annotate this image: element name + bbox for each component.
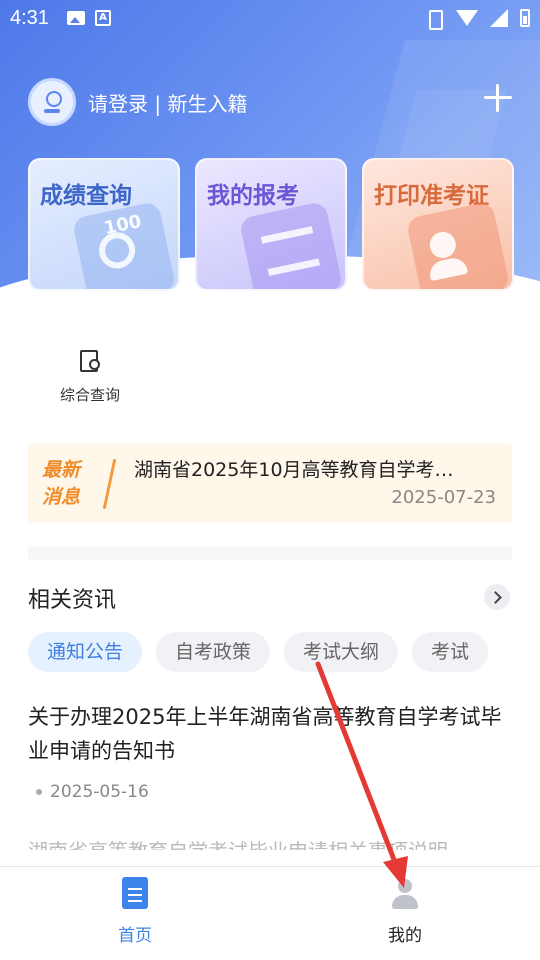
font-icon: A <box>94 10 111 26</box>
score-query-card[interactable]: 成绩查询 100 <box>28 158 180 291</box>
person-body-shape <box>427 255 469 282</box>
search-doc-icon <box>80 350 100 372</box>
admission-card-icon <box>405 200 511 289</box>
feature-cards: 成绩查询 100 我的报考 打印准考证 <box>28 158 514 291</box>
print-admission-card[interactable]: 打印准考证 <box>362 158 514 291</box>
chevron-right-icon[interactable] <box>484 584 510 610</box>
list-lines-shape <box>260 226 320 277</box>
wifi-icon <box>456 10 478 26</box>
tab-policy[interactable]: 自考政策 <box>156 632 271 672</box>
news-badge-line: 最新 <box>42 459 81 481</box>
article-title[interactable]: 关于办理2025年上半年湖南省高等教育自学考试毕业申请的告知书 <box>28 700 508 768</box>
bullet-dot <box>36 789 42 795</box>
article-date: 2025-05-16 <box>50 782 149 802</box>
tab-notices[interactable]: 通知公告 <box>28 632 143 672</box>
nav-home[interactable]: 首页 <box>0 867 270 960</box>
plus-icon[interactable] <box>484 84 512 112</box>
home-doc-icon <box>122 877 148 909</box>
section-title: 相关资讯 <box>28 588 117 613</box>
score-icon: 100 <box>71 200 177 289</box>
status-bar: 4:31 A <box>0 0 540 36</box>
my-registration-card[interactable]: 我的报考 <box>195 158 347 291</box>
section-divider <box>28 546 512 560</box>
user-icon <box>44 91 62 113</box>
news-title[interactable]: 湖南省2025年10月高等教育自学考… <box>134 455 494 482</box>
card-label: 我的报考 <box>207 183 299 209</box>
login-text[interactable]: 请登录 | 新生入籍 <box>88 88 247 117</box>
status-time: 4:31 <box>10 6 49 29</box>
user-icon <box>390 877 420 909</box>
bottom-navigation: 首页 我的 <box>0 866 540 960</box>
login-entry[interactable]: 请登录 | 新生入籍 <box>28 78 247 126</box>
news-badge-line: 消息 <box>42 486 81 508</box>
image-icon <box>66 11 85 25</box>
nav-label: 首页 <box>118 926 152 946</box>
vibrate-icon <box>424 9 444 30</box>
battery-icon <box>520 9 530 27</box>
news-date: 2025-07-23 <box>391 487 496 508</box>
signal-icon <box>490 9 508 27</box>
card-label: 成绩查询 <box>40 183 132 209</box>
tab-syllabus[interactable]: 考试大纲 <box>284 632 399 672</box>
news-tabs: 通知公告 自考政策 考试大纲 考试 <box>28 632 540 672</box>
person-head-shape <box>427 229 459 261</box>
magnifier-shape <box>95 229 139 272</box>
nav-me[interactable]: 我的 <box>270 867 540 960</box>
tab-exam[interactable]: 考试 <box>412 632 489 672</box>
quick-link-label: 综合查询 <box>59 386 120 404</box>
quick-link-comprehensive-query[interactable]: 综合查询 <box>50 350 130 405</box>
news-badge: 最新 消息 <box>42 457 98 511</box>
article-excerpt[interactable]: 湖南省高等教育自学考试毕业申请相关事项说明 <box>28 836 508 850</box>
divider <box>102 459 117 509</box>
nav-label: 我的 <box>388 926 422 946</box>
article-date-row: 2025-05-16 <box>36 782 149 802</box>
latest-news-banner[interactable]: 最新 消息 湖南省2025年10月高等教育自学考… 2025-07-23 <box>28 443 512 523</box>
avatar[interactable] <box>28 78 76 126</box>
register-icon <box>238 200 344 289</box>
